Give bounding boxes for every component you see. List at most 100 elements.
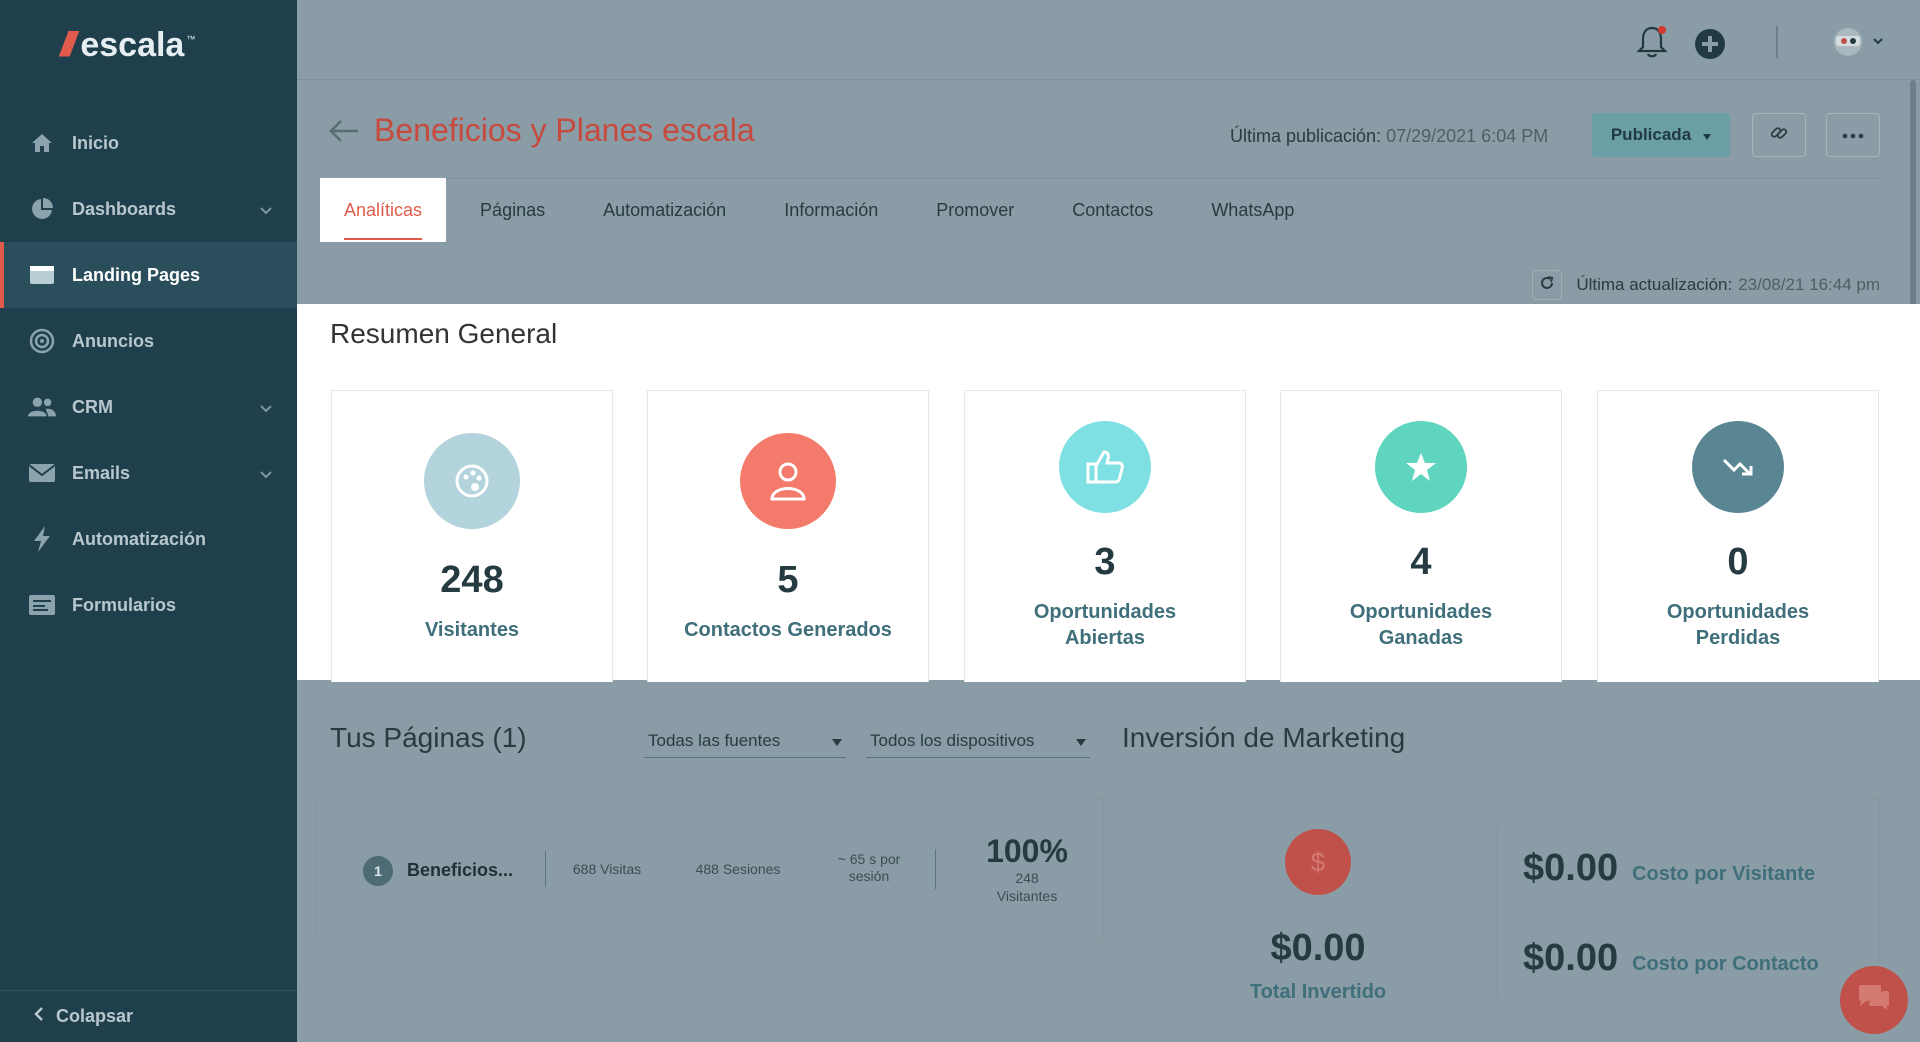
cost-per-visitor-value: $0.00 <box>1523 847 1618 890</box>
stat-card-visitantes: 248 Visitantes <box>331 390 613 682</box>
stat-label: Visitantes <box>352 617 592 643</box>
sidebar-item-inicio[interactable]: Inicio <box>0 110 297 176</box>
page-sessions: 488 Sesiones <box>683 861 793 877</box>
page-avg-session-line2: sesión <box>819 868 919 885</box>
refresh-button[interactable] <box>1532 270 1562 300</box>
stat-label: Oportunidades <box>1618 599 1858 625</box>
tab-promover[interactable]: Promover <box>912 178 1038 242</box>
investment-card: $ $0.00 Total Invertido $0.00 Costo por … <box>1122 798 1880 1018</box>
person-icon <box>740 433 836 529</box>
tab-automatizacion[interactable]: Automatización <box>579 178 750 242</box>
back-arrow-icon[interactable] <box>328 118 360 149</box>
tab-bar: Analíticas Páginas Automatización Inform… <box>320 178 1328 242</box>
home-icon <box>28 131 56 155</box>
tab-paginas[interactable]: Páginas <box>456 178 569 242</box>
topbar <box>297 0 1920 80</box>
stat-value: 5 <box>648 559 928 602</box>
sidebar-item-automatizacion[interactable]: Automatización <box>0 506 297 572</box>
bell-icon[interactable] <box>1636 24 1668 65</box>
status-dropdown-button[interactable]: Publicada <box>1592 113 1730 157</box>
summary-panel: Resumen General 248 Visitantes 5 Contact… <box>297 304 1920 680</box>
tab-informacion[interactable]: Información <box>760 178 902 242</box>
chevron-left-icon <box>34 1006 44 1027</box>
more-options-button[interactable] <box>1826 113 1880 157</box>
form-icon <box>28 593 56 617</box>
page-avg-session-line1: ~ 65 s por <box>819 851 919 868</box>
trend-down-icon <box>1692 421 1784 513</box>
caret-down-icon <box>1703 125 1711 145</box>
stat-card-perdidas: 0 Oportunidades Perdidas <box>1597 390 1879 682</box>
cost-per-visitor: $0.00 Costo por Visitante <box>1523 847 1815 890</box>
star-icon <box>1375 421 1467 513</box>
sidebar-item-label: Landing Pages <box>72 265 200 286</box>
stat-card-abiertas: 3 Oportunidades Abiertas <box>964 390 1246 682</box>
page-row-card[interactable]: 1 Beneficios... 688 Visitas 488 Sesiones… <box>316 798 1104 940</box>
sidebar-item-label: CRM <box>72 397 113 418</box>
sidebar-item-dashboards[interactable]: Dashboards <box>0 176 297 242</box>
dollar-icon: $ <box>1285 829 1351 895</box>
browser-window-icon <box>28 263 56 287</box>
chevron-down-icon <box>259 398 273 419</box>
chat-icon <box>1857 984 1891 1017</box>
tab-analiticas[interactable]: Analíticas <box>320 178 446 242</box>
pie-chart-icon <box>28 197 56 221</box>
cost-per-contact-label: Costo por Contacto <box>1632 953 1819 976</box>
devices-filter-value: Todos los dispositivos <box>870 731 1034 751</box>
page-avg-session: ~ 65 s por sesión <box>819 851 919 885</box>
cost-per-contact-value: $0.00 <box>1523 937 1618 980</box>
tab-contactos[interactable]: Contactos <box>1048 178 1177 242</box>
sidebar-item-label: Emails <box>72 463 130 484</box>
page-visitor-count: 248 <box>967 869 1087 887</box>
divider <box>935 849 936 889</box>
sidebar-item-emails[interactable]: Emails <box>0 440 297 506</box>
last-update: Última actualización: 23/08/21 16:44 pm <box>1532 270 1880 300</box>
sidebar-item-landing-pages[interactable]: Landing Pages <box>0 242 297 308</box>
sidebar-item-crm[interactable]: CRM <box>0 374 297 440</box>
page-name[interactable]: Beneficios... <box>407 860 513 881</box>
logo-trademark: ™ <box>186 34 195 44</box>
sources-filter-dropdown[interactable]: Todas las fuentes <box>644 724 846 758</box>
page-title: Beneficios y Planes escala <box>374 112 755 149</box>
status-button-label: Publicada <box>1611 125 1691 145</box>
target-icon <box>28 329 56 353</box>
stat-value: 4 <box>1281 541 1561 584</box>
palette-icon <box>424 433 520 529</box>
caret-down-icon <box>832 731 842 751</box>
collapse-sidebar-button[interactable]: Colapsar <box>0 990 297 1042</box>
page-visitor-percent: 100% <box>967 833 1087 870</box>
divider <box>1497 827 1498 999</box>
devices-filter-dropdown[interactable]: Todos los dispositivos <box>866 724 1090 758</box>
link-icon <box>1770 124 1788 147</box>
copy-link-button[interactable] <box>1752 113 1806 157</box>
logo-mark-icon: /// <box>60 26 70 65</box>
logo-text: escala <box>80 26 184 65</box>
avatar-icon[interactable] <box>1826 26 1888 63</box>
investment-title: Inversión de Marketing <box>1122 722 1405 754</box>
sidebar-item-label: Automatización <box>72 529 206 550</box>
last-update-label: Última actualización: <box>1576 275 1732 295</box>
stat-label: Contactos Generados <box>668 617 908 643</box>
chevron-down-icon <box>259 464 273 485</box>
sidebar-item-anuncios[interactable]: Anuncios <box>0 308 297 374</box>
last-publication: Última publicación: 07/29/2021 6:04 PM <box>1230 126 1548 147</box>
stat-label: Oportunidades <box>985 599 1225 625</box>
sidebar-item-label: Anuncios <box>72 331 154 352</box>
stat-value: 0 <box>1598 541 1878 584</box>
chat-widget-button[interactable] <box>1840 966 1908 1034</box>
tab-whatsapp[interactable]: WhatsApp <box>1187 178 1318 242</box>
cost-per-visitor-label: Costo por Visitante <box>1632 863 1815 886</box>
plus-circle-icon[interactable] <box>1694 28 1726 65</box>
lightning-icon <box>28 527 56 551</box>
stat-card-contactos: 5 Contactos Generados <box>647 390 929 682</box>
page-visitor-sub: 248 Visitantes <box>967 869 1087 905</box>
escala-logo[interactable]: /// escala ™ <box>60 26 195 65</box>
envelope-icon <box>28 461 56 485</box>
last-publication-label: Última publicación: <box>1230 126 1381 146</box>
sidebar-item-formularios[interactable]: Formularios <box>0 572 297 638</box>
sidebar-item-label: Dashboards <box>72 199 176 220</box>
sidebar-nav: Inicio Dashboards Landing Pages Anuncios <box>0 110 297 638</box>
cost-per-contact: $0.00 Costo por Contacto <box>1523 937 1819 980</box>
refresh-icon <box>1539 275 1555 296</box>
thumbs-up-icon <box>1059 421 1151 513</box>
ellipsis-icon <box>1842 126 1864 144</box>
